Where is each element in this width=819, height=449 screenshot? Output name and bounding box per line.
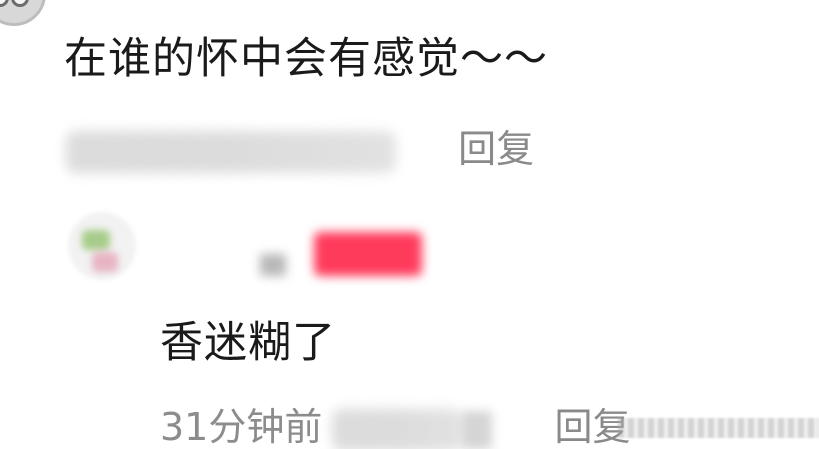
avatar-blur-patch — [92, 252, 118, 272]
reply-text: 香迷糊了 — [160, 318, 336, 368]
reply-meta: 31分钟前 回复 — [160, 396, 630, 449]
reply-time: 31分钟前 — [160, 405, 323, 449]
comment-meta: 回复 — [66, 118, 534, 173]
reply-commenter-avatar[interactable] — [68, 212, 136, 280]
blurred-time-location — [66, 130, 396, 173]
blurred-location — [332, 408, 463, 449]
username-blur-patch — [260, 254, 286, 276]
blurred-location-tail — [462, 410, 493, 449]
comment-text: 在谁的怀中会有感觉～～ — [64, 34, 548, 84]
avatar-eye-icon — [0, 0, 9, 7]
avatar-eye-icon — [11, 0, 29, 7]
commenter-avatar[interactable] — [0, 0, 46, 26]
comment-thread: 在谁的怀中会有感觉～～ 回复 香迷糊了 31分钟前 回复 — [0, 0, 819, 449]
username-badge-blur — [314, 232, 422, 276]
watermark-strip — [618, 418, 819, 438]
reply-button[interactable]: 回复 — [458, 118, 534, 173]
blurred-username[interactable] — [250, 228, 422, 276]
avatar-blur-patch — [82, 230, 110, 250]
